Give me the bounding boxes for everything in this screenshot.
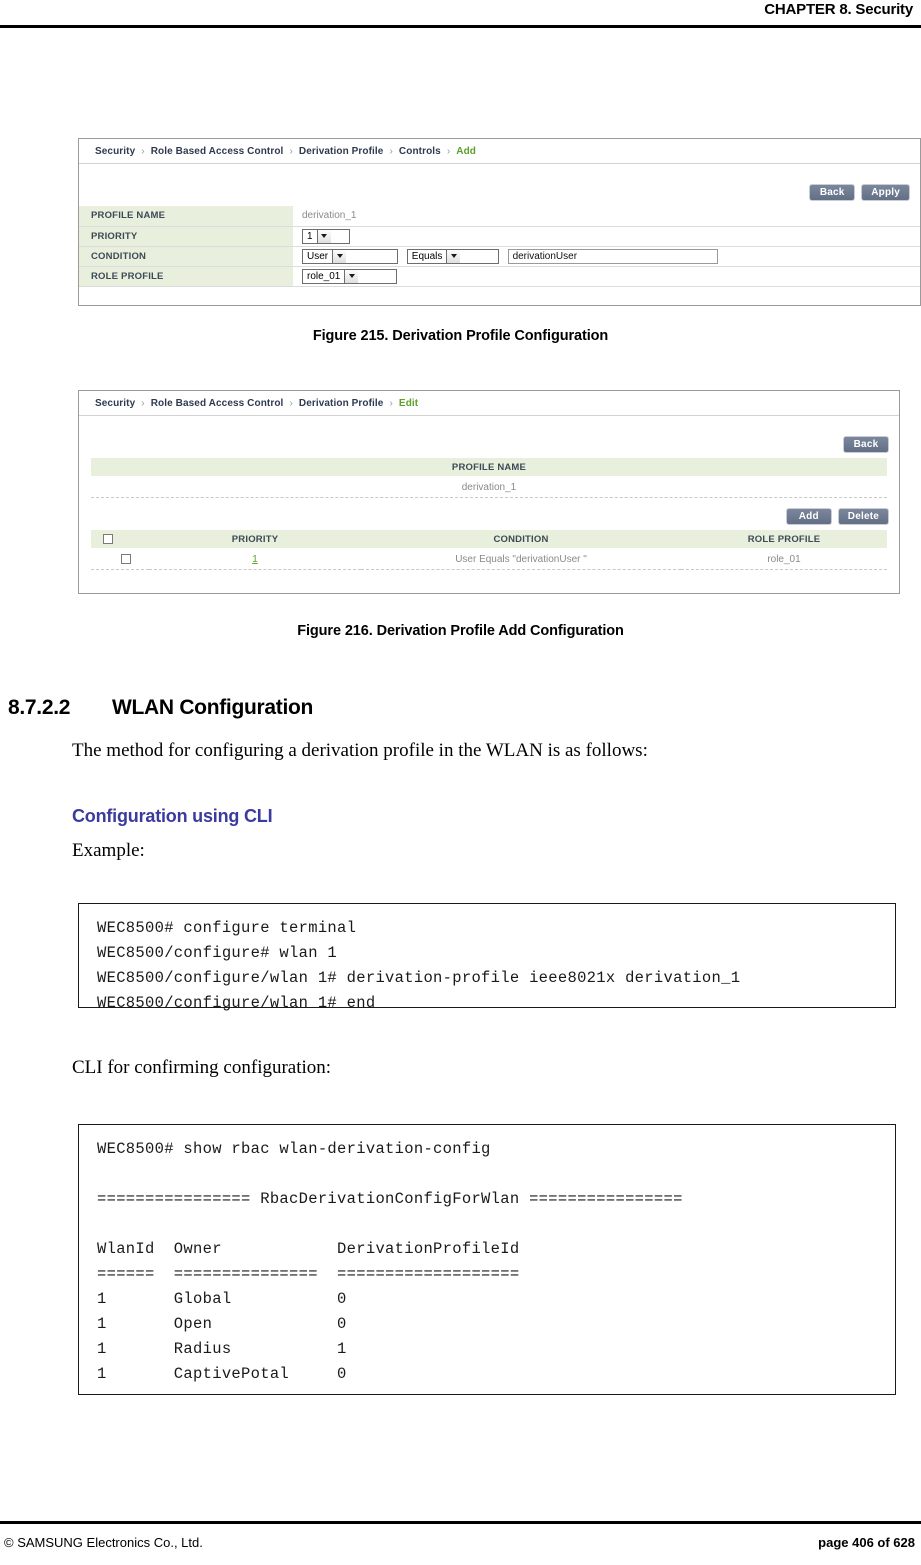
form-row-role-profile: ROLE PROFILE role_01 — [79, 266, 920, 287]
breadcrumb-separator-icon: › — [389, 145, 393, 157]
example-label: Example: — [72, 840, 145, 861]
chevron-down-icon — [332, 249, 347, 263]
header-divider — [0, 25, 921, 28]
section-number: 8.7.2.2 — [8, 696, 71, 719]
priority-link[interactable]: 1 — [252, 554, 258, 565]
footer-divider — [0, 1521, 921, 1524]
role-profile-select[interactable]: role_01 — [302, 268, 397, 284]
chapter-title: CHAPTER 8. Security — [764, 1, 913, 18]
breadcrumb-separator-icon: › — [141, 397, 145, 409]
derivation-rules-table: PRIORITY CONDITION ROLE PROFILE 1 User E… — [91, 530, 887, 570]
cli-example-code-block: WEC8500# configure terminal WEC8500/conf… — [78, 903, 896, 1012]
breadcrumb-item-derivation-profile[interactable]: Derivation Profile — [299, 398, 384, 409]
profile-name-section: PROFILE NAME derivation_1 — [79, 458, 899, 498]
breadcrumb-item-add[interactable]: Add — [456, 146, 476, 157]
panel-action-bar-top: Back — [79, 416, 899, 458]
section-intro-text: The method for configuring a derivation … — [72, 740, 648, 761]
profile-name-label: PROFILE NAME — [79, 206, 294, 227]
cell-condition: User Equals "derivationUser " — [361, 548, 681, 570]
breadcrumb-item-security[interactable]: Security — [95, 146, 135, 157]
breadcrumb-item-edit[interactable]: Edit — [399, 398, 418, 409]
breadcrumb-separator-icon: › — [289, 397, 293, 409]
role-profile-select-value: role_01 — [307, 270, 341, 282]
copyright-text: © SAMSUNG Electronics Co., Ltd. — [4, 1535, 203, 1550]
condition-operator-select[interactable]: Equals — [406, 248, 499, 264]
column-header-priority: PRIORITY — [149, 530, 361, 549]
figure-216-caption: Figure 216. Derivation Profile Add Confi… — [297, 623, 624, 639]
priority-select-value: 1 — [307, 230, 313, 242]
breadcrumb-separator-icon: › — [289, 145, 293, 157]
select-all-cell — [91, 530, 149, 549]
cli-confirm-code-block: WEC8500# show rbac wlan-derivation-confi… — [78, 1124, 896, 1395]
page-header: CHAPTER 8. Security — [0, 0, 921, 28]
back-button[interactable]: Back — [843, 436, 889, 453]
breadcrumb: Security › Role Based Access Control › D… — [79, 391, 899, 416]
figure-215-caption: Figure 215. Derivation Profile Configura… — [312, 328, 609, 344]
section-title: WLAN Configuration — [112, 696, 314, 719]
derivation-profile-add-panel: Security › Role Based Access Control › D… — [78, 138, 921, 306]
form-row-priority: PRIORITY 1 — [79, 226, 920, 247]
column-header-role-profile: ROLE PROFILE — [681, 530, 887, 549]
profile-name-value: derivation_1 — [302, 210, 357, 222]
breadcrumb-item-derivation-profile[interactable]: Derivation Profile — [299, 146, 384, 157]
chevron-down-icon — [344, 269, 359, 283]
column-header-condition: CONDITION — [361, 530, 681, 549]
form-row-condition: CONDITION User Equals derivationUser — [79, 246, 920, 267]
page-number: page 406 of 628 — [818, 1535, 915, 1550]
breadcrumb-separator-icon: › — [389, 397, 393, 409]
profile-name-value: derivation_1 — [91, 477, 887, 498]
cli-example-code: WEC8500# configure terminal WEC8500/conf… — [97, 919, 741, 1012]
form-row-profile-name: PROFILE NAME derivation_1 — [79, 206, 920, 227]
section-heading: 8.7.2.2 WLAN Configuration — [8, 696, 313, 720]
chevron-down-icon — [446, 249, 461, 263]
breadcrumb-item-role-based-access-control[interactable]: Role Based Access Control — [151, 398, 284, 409]
breadcrumb-item-role-based-access-control[interactable]: Role Based Access Control — [151, 146, 284, 157]
condition-attribute-value: User — [307, 250, 329, 262]
breadcrumb-separator-icon: › — [141, 145, 145, 157]
chevron-down-icon — [316, 229, 331, 243]
profile-name-header: PROFILE NAME — [91, 458, 887, 477]
condition-label: CONDITION — [79, 246, 294, 267]
breadcrumb-separator-icon: › — [446, 145, 451, 157]
condition-operand-input[interactable]: derivationUser — [507, 248, 718, 264]
panel-action-bar-bottom: Add Delete — [79, 498, 899, 530]
cli-confirm-code: WEC8500# show rbac wlan-derivation-confi… — [97, 1140, 683, 1383]
row-checkbox[interactable] — [121, 553, 131, 564]
condition-operator-value: Equals — [411, 250, 443, 262]
breadcrumb-item-controls[interactable]: Controls — [399, 146, 441, 157]
apply-button[interactable]: Apply — [861, 184, 910, 201]
table-row: 1 User Equals "derivationUser " role_01 — [91, 548, 887, 570]
cell-priority: 1 — [149, 548, 361, 570]
back-button[interactable]: Back — [809, 184, 856, 201]
priority-label: PRIORITY — [79, 226, 294, 247]
table-header-row: PRIORITY CONDITION ROLE PROFILE — [91, 530, 887, 549]
select-all-checkbox[interactable] — [103, 533, 113, 544]
row-select-cell — [91, 548, 149, 570]
page-footer: © SAMSUNG Electronics Co., Ltd. page 406… — [0, 1531, 921, 1559]
delete-button[interactable]: Delete — [837, 508, 889, 525]
breadcrumb: Security › Role Based Access Control › D… — [79, 139, 920, 164]
add-button[interactable]: Add — [785, 508, 832, 525]
derivation-profile-form: PROFILE NAME derivation_1 PRIORITY 1 CON… — [79, 206, 920, 287]
breadcrumb-item-security[interactable]: Security — [95, 398, 135, 409]
cell-role-profile: role_01 — [681, 548, 887, 570]
condition-attribute-select[interactable]: User — [302, 248, 398, 264]
role-profile-label: ROLE PROFILE — [79, 266, 294, 287]
confirm-label: CLI for confirming configuration: — [72, 1057, 332, 1078]
derivation-rules-table-wrap: PRIORITY CONDITION ROLE PROFILE 1 User E… — [79, 530, 899, 570]
priority-select[interactable]: 1 — [302, 228, 350, 244]
panel-action-bar: Back Apply — [79, 164, 920, 206]
derivation-profile-edit-panel: Security › Role Based Access Control › D… — [78, 390, 900, 594]
subheading-configuration-using-cli: Configuration using CLI — [72, 806, 273, 826]
